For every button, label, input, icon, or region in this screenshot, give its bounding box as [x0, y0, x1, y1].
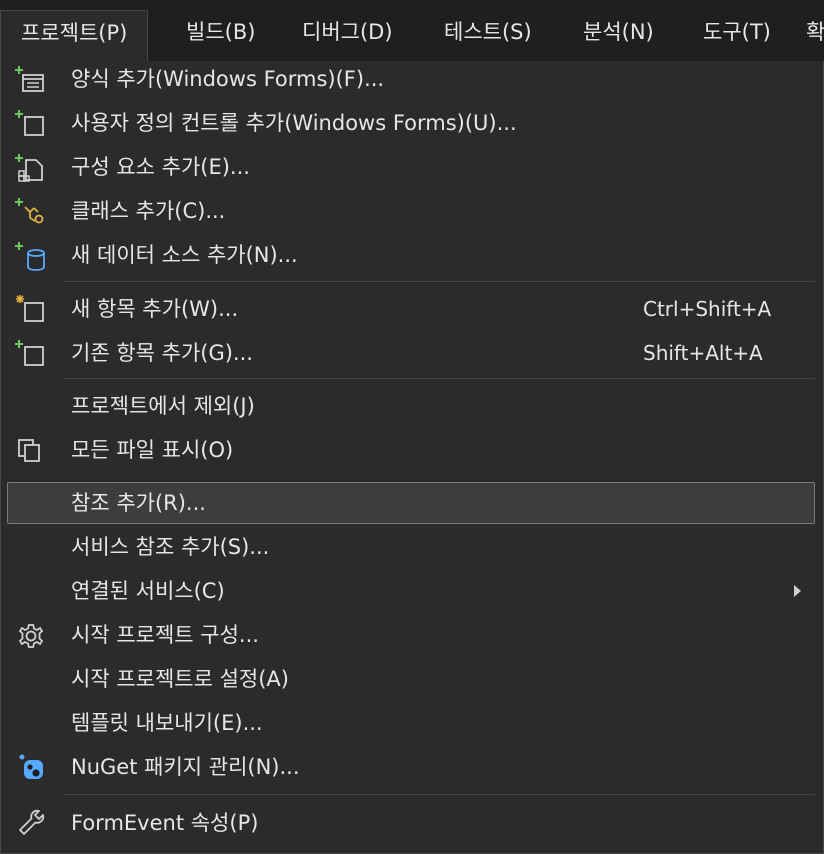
- menu-item-manage-nuget-packages[interactable]: NuGet 패키지 관리(N)...: [7, 746, 815, 788]
- menu-debug[interactable]: 디버그(D): [302, 10, 393, 54]
- menu-item-label: 새 데이터 소스 추가(N)...: [71, 243, 298, 267]
- menu-item-add-data-source[interactable]: 새 데이터 소스 추가(N)...: [7, 234, 815, 276]
- menu-item-set-as-startup-project[interactable]: 시작 프로젝트로 설정(A): [7, 658, 815, 700]
- menu-item-label: 시작 프로젝트 구성...: [71, 623, 259, 647]
- menu-item-label: 양식 추가(Windows Forms)(F)...: [71, 67, 385, 91]
- menu-item-label: 모든 파일 표시(O): [71, 438, 234, 462]
- existing-item-icon: [15, 340, 44, 366]
- menu-item-label: 템플릿 내보내기(E)...: [71, 711, 263, 735]
- menu-item-label: 시작 프로젝트로 설정(A): [71, 667, 289, 691]
- menu-item-add-form[interactable]: 양식 추가(Windows Forms)(F)...: [7, 58, 815, 100]
- submenu-arrow-icon: [794, 585, 801, 597]
- menu-item-shortcut: Ctrl+Shift+A: [643, 297, 772, 321]
- menu-item-label: NuGet 패키지 관리(N)...: [71, 755, 300, 779]
- menu-test[interactable]: 테스트(S): [444, 10, 532, 54]
- menu-item-label: FormEvent 속성(P): [71, 811, 259, 835]
- menu-item-exclude-from-project[interactable]: 프로젝트에서 제외(J): [7, 385, 815, 427]
- add-user-control-icon: [15, 110, 44, 136]
- menu-item-label: 기존 항목 추가(G)...: [71, 341, 253, 365]
- add-form-icon: [15, 66, 44, 92]
- menu-build[interactable]: 빌드(B): [186, 10, 255, 54]
- menu-item-configure-startup-projects[interactable]: 시작 프로젝트 구성...: [7, 614, 815, 656]
- menu-item-label: 서비스 참조 추가(S)...: [71, 535, 270, 559]
- menu-item-shortcut: Shift+Alt+A: [643, 341, 763, 365]
- menu-item-export-template[interactable]: 템플릿 내보내기(E)...: [7, 702, 815, 744]
- show-all-files-icon: [18, 439, 40, 462]
- menu-separator: [63, 794, 815, 795]
- new-item-icon: [16, 295, 44, 322]
- menu-item-label: 새 항목 추가(W)...: [71, 297, 239, 321]
- add-data-source-icon: [15, 242, 45, 271]
- menu-bar: 프로젝트(P) 빌드(B) 디버그(D) 테스트(S) 분석(N) 도구(T) …: [0, 0, 824, 62]
- menu-item-add-component[interactable]: 구성 요소 추가(E)...: [7, 146, 815, 188]
- menu-item-project-properties[interactable]: FormEvent 속성(P): [7, 802, 815, 844]
- menu-extensions[interactable]: 확: [806, 10, 824, 54]
- menu-item-add-class[interactable]: 클래스 추가(C)...: [7, 190, 815, 232]
- menu-item-add-reference[interactable]: 참조 추가(R)...: [7, 482, 815, 524]
- menu-separator: [63, 378, 815, 379]
- nuget-icon: [19, 754, 43, 779]
- menu-item-connected-services[interactable]: 연결된 서비스(C): [7, 570, 815, 612]
- wrench-icon: [19, 809, 45, 835]
- menu-project[interactable]: 프로젝트(P): [0, 10, 149, 62]
- gear-icon: [18, 624, 44, 648]
- menu-item-label: 프로젝트에서 제외(J): [71, 394, 255, 418]
- menu-item-show-all-files[interactable]: 모든 파일 표시(O): [7, 429, 815, 471]
- menu-tools[interactable]: 도구(T): [703, 10, 771, 54]
- menu-analyze[interactable]: 분석(N): [583, 10, 654, 54]
- menu-item-label: 사용자 정의 컨트롤 추가(Windows Forms)(U)...: [71, 111, 517, 135]
- add-class-icon: [15, 198, 44, 224]
- menu-item-new-item[interactable]: 새 항목 추가(W)... Ctrl+Shift+A: [7, 288, 815, 330]
- menu-item-add-user-control[interactable]: 사용자 정의 컨트롤 추가(Windows Forms)(U)...: [7, 102, 815, 144]
- add-component-icon: [15, 154, 43, 182]
- menu-item-label: 구성 요소 추가(E)...: [71, 155, 250, 179]
- menu-item-label: 연결된 서비스(C): [71, 579, 225, 603]
- menu-item-existing-item[interactable]: 기존 항목 추가(G)... Shift+Alt+A: [7, 332, 815, 374]
- menu-separator: [63, 281, 815, 282]
- menu-item-label: 참조 추가(R)...: [71, 491, 206, 515]
- project-dropdown-menu: 양식 추가(Windows Forms)(F)... 사용자 정의 컨트롤 추가…: [0, 61, 824, 854]
- menu-item-label: 클래스 추가(C)...: [71, 199, 226, 223]
- menu-item-add-service-reference[interactable]: 서비스 참조 추가(S)...: [7, 526, 815, 568]
